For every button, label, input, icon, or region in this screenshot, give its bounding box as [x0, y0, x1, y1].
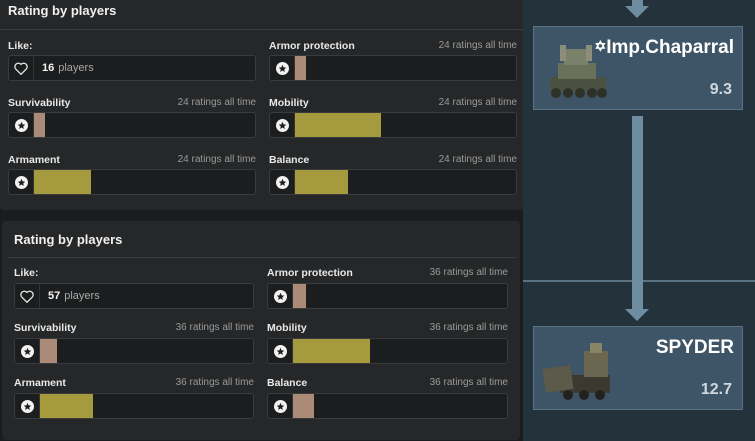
rating-label: Armament [8, 154, 60, 166]
rating-bar[interactable] [267, 393, 508, 419]
rating-label: Survivability [8, 97, 71, 109]
rating-bar[interactable] [14, 338, 254, 364]
rating-mobility: Mobility 24 ratings all time [269, 97, 517, 139]
star-icon [15, 339, 40, 363]
rating-count: 36 ratings all time [175, 377, 254, 388]
rating-armament: Armament 36 ratings all time [14, 377, 254, 419]
star-icon [270, 56, 295, 80]
rating-label: Armor protection [269, 40, 355, 52]
rating-fill [295, 170, 348, 194]
vehicle-card-spyder[interactable]: SPYDER 12.7 [533, 326, 743, 410]
vehicle-name: SPYDER [655, 337, 734, 358]
star-icon [270, 113, 295, 137]
battle-rating: 12.7 [700, 381, 732, 398]
rating-armor-protection: Armor protection 24 ratings all time [269, 40, 517, 82]
like-button[interactable]: 57 players [14, 283, 254, 309]
star-of-david-icon: ✡ [594, 38, 607, 54]
rating-count: 36 ratings all time [429, 267, 508, 278]
vehicle-card-imp-chaparral[interactable]: ✡Imp.Chaparral 9.3 [533, 26, 743, 110]
vehicle-image [540, 333, 620, 403]
rating-armor-protection: Armor protection 36 ratings all time [267, 267, 508, 309]
rating-fill [295, 56, 306, 80]
tree-arrow-shaft [632, 116, 643, 309]
heart-icon [15, 284, 40, 308]
star-icon [9, 170, 34, 194]
rating-label: Armament [14, 377, 66, 389]
star-icon [9, 113, 34, 137]
rating-fill [293, 339, 370, 363]
rating-balance: Balance 36 ratings all time [267, 377, 508, 419]
like-field: Like: 16 players [8, 40, 256, 82]
rating-panel: Rating by players Like: 57 players Armor … [2, 221, 520, 440]
divider [0, 29, 523, 30]
rating-label: Balance [269, 154, 310, 166]
rating-label: Survivability [14, 322, 77, 334]
like-button[interactable]: 16 players [8, 55, 256, 81]
rating-label: Balance [267, 377, 308, 389]
rating-count: 36 ratings all time [429, 377, 508, 388]
battle-rating: 9.3 [709, 81, 732, 98]
rating-count: 24 ratings all time [438, 97, 517, 108]
rating-bar[interactable] [269, 169, 517, 195]
panel-title: Rating by players [14, 232, 123, 247]
rating-count: 24 ratings all time [438, 40, 517, 51]
rating-fill [40, 339, 57, 363]
star-icon [268, 339, 293, 363]
like-count: 16 [42, 62, 55, 74]
rating-armament: Armament 24 ratings all time [8, 154, 256, 196]
rating-bar[interactable] [269, 55, 517, 81]
rating-fill [295, 113, 381, 137]
rating-count: 36 ratings all time [429, 322, 508, 333]
rating-count: 24 ratings all time [177, 154, 256, 165]
vehicle-name: ✡Imp.Chaparral [594, 37, 735, 58]
rating-label: Mobility [269, 97, 309, 109]
rating-fill [34, 113, 45, 137]
rating-count: 36 ratings all time [175, 322, 254, 333]
rating-balance: Balance 24 ratings all time [269, 154, 517, 196]
arrow-down-icon [625, 6, 649, 18]
rating-fill [293, 284, 306, 308]
star-icon [270, 170, 295, 194]
star-icon [268, 394, 293, 418]
rating-bar[interactable] [267, 283, 508, 309]
like-count: 57 [48, 290, 61, 302]
rating-fill [293, 394, 314, 418]
rating-fill [34, 170, 91, 194]
rating-survivability: Survivability 24 ratings all time [8, 97, 256, 139]
rating-bar[interactable] [8, 169, 256, 195]
rating-count: 24 ratings all time [177, 97, 256, 108]
rating-bar[interactable] [269, 112, 517, 138]
rating-fill [40, 394, 93, 418]
rating-bar[interactable] [14, 393, 254, 419]
rating-bar[interactable] [8, 112, 256, 138]
rating-panel: Rating by players Like: 16 players Armor … [0, 0, 523, 210]
rating-count: 24 ratings all time [438, 154, 517, 165]
star-icon [268, 284, 293, 308]
rating-label: Mobility [267, 322, 307, 334]
rating-mobility: Mobility 36 ratings all time [267, 322, 508, 364]
tech-tree: ✡Imp.Chaparral 9.3 SPYDER 12.7 [523, 0, 755, 441]
rating-survivability: Survivability 36 ratings all time [14, 322, 254, 364]
like-label: Like: [14, 267, 39, 279]
star-icon [15, 394, 40, 418]
like-unit: players [58, 62, 94, 74]
like-field: Like: 57 players [14, 267, 254, 309]
divider [8, 257, 516, 258]
rating-bar[interactable] [267, 338, 508, 364]
rating-label: Armor protection [267, 267, 353, 279]
panel-title: Rating by players [8, 3, 117, 18]
like-unit: players [64, 290, 100, 302]
like-label: Like: [8, 40, 33, 52]
heart-icon [9, 56, 34, 80]
arrow-down-icon [625, 309, 649, 321]
